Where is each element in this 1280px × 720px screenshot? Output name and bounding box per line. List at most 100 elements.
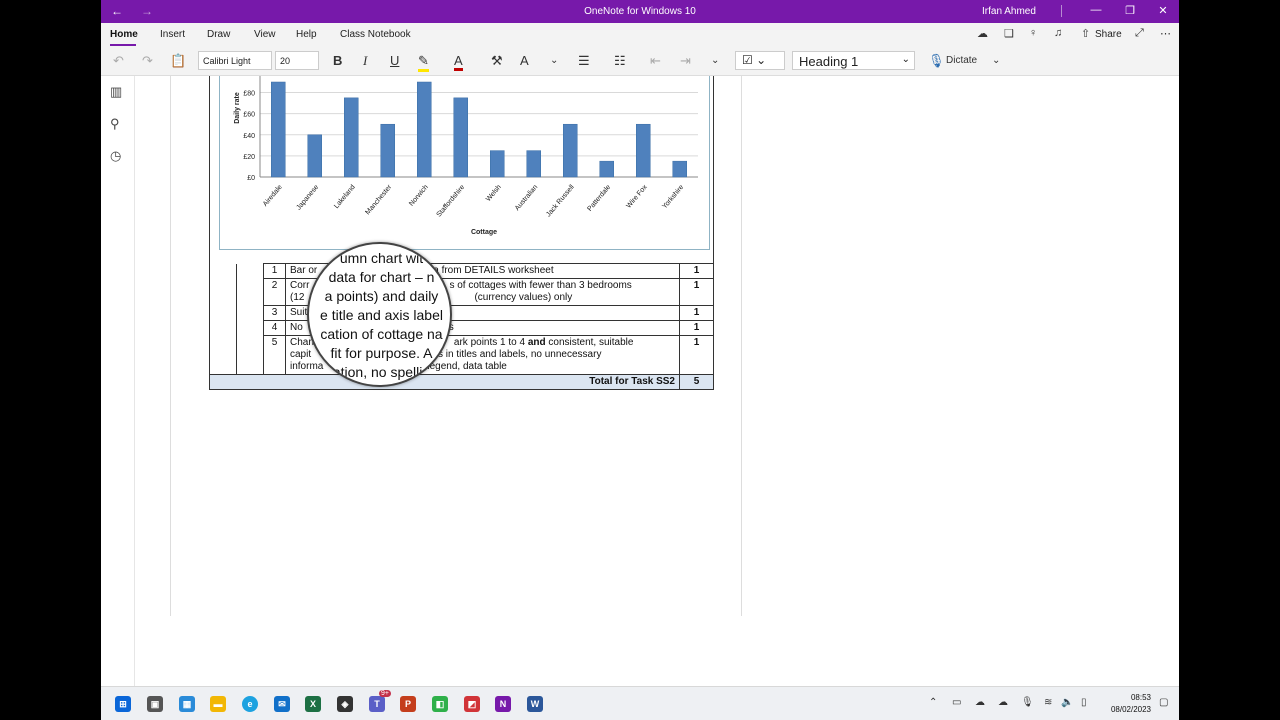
mail-icon[interactable]: ✉ <box>274 696 290 712</box>
bar <box>344 97 359 178</box>
notebooks-icon[interactable]: ▥ <box>110 84 122 100</box>
cloud-icon[interactable]: ☁ <box>998 697 1008 708</box>
magnified-text: fit for purpose. A <box>330 345 433 361</box>
sync-icon[interactable]: ☁ <box>977 27 988 40</box>
share-icon[interactable]: ⇧ <box>1081 27 1090 40</box>
battery-icon[interactable]: ▯ <box>1081 697 1087 708</box>
chevron-up-icon[interactable]: ⌃ <box>929 697 937 708</box>
bar <box>453 97 468 178</box>
page-icon[interactable]: ❑ <box>1004 27 1014 40</box>
criterion-text: ark points 1 to 4 <box>453 337 526 348</box>
task-view-icon[interactable]: ▣ <box>147 696 163 712</box>
magnified-text: data for chart – n <box>328 269 435 285</box>
clear-format-icon[interactable]: A <box>520 53 529 68</box>
font-color-icon[interactable]: A <box>454 53 463 71</box>
chevron-down-icon[interactable]: ⌄ <box>992 55 1000 66</box>
style-selector[interactable]: Heading 1 ⌄ <box>792 51 915 70</box>
notification-icon[interactable]: ▢ <box>1159 697 1168 708</box>
y-tick-label: £20 <box>243 154 255 161</box>
app-icon[interactable]: ◧ <box>432 696 448 712</box>
mark-cell: 1 <box>679 263 714 279</box>
font-name-field[interactable]: Calibri Light <box>198 51 272 70</box>
undo-icon[interactable]: ↶ <box>113 53 124 69</box>
close-icon[interactable]: ✕ <box>1153 4 1173 17</box>
criterion-text: a from DETAILS worksheet <box>433 265 554 276</box>
tab-help[interactable]: Help <box>296 29 317 40</box>
mark-cell: 1 <box>679 320 714 336</box>
menu-bar: Home Insert Draw View Help Class Noteboo… <box>101 23 1179 46</box>
todo-tag-box[interactable]: ☑ ⌄ <box>735 51 785 70</box>
bar <box>599 160 614 178</box>
app-icon[interactable]: ◩ <box>464 696 480 712</box>
start-icon[interactable]: ⊞ <box>115 696 131 712</box>
tab-class-notebook[interactable]: Class Notebook <box>340 29 411 40</box>
magnified-text: cation of cottage na <box>320 326 443 342</box>
underline-icon[interactable]: U <box>390 53 399 68</box>
redo-icon[interactable]: ↷ <box>142 53 153 69</box>
bar <box>672 160 687 178</box>
font-size-field[interactable]: 20 <box>275 51 319 70</box>
row-number: 5 <box>263 335 286 375</box>
display-icon[interactable]: ▭ <box>952 697 961 708</box>
share-button[interactable]: Share <box>1095 29 1122 40</box>
tab-draw[interactable]: Draw <box>207 29 230 40</box>
clock-time: 08:53 <box>1130 693 1151 702</box>
edge-icon[interactable]: e <box>242 696 258 712</box>
microphone-icon[interactable]: 🎙 <box>1021 697 1034 708</box>
clock[interactable]: 08:53 08/02/2023 <box>1101 692 1151 716</box>
bold-icon[interactable]: B <box>333 53 342 68</box>
x-tick-label: Welsh <box>485 184 503 203</box>
lightbulb-icon[interactable]: ♀ <box>1029 27 1037 39</box>
powerpoint-icon[interactable]: P <box>400 696 416 712</box>
criterion-text: Suit <box>290 307 308 318</box>
excel-icon[interactable]: X <box>305 696 321 712</box>
bar <box>380 123 395 178</box>
minimize-icon[interactable]: — <box>1086 4 1106 16</box>
user-name[interactable]: Irfan Ahmed <box>982 6 1036 17</box>
bell-icon[interactable]: ♫ <box>1054 27 1062 39</box>
magnified-text: umn chart wit <box>339 250 424 266</box>
criterion-text: (12 <box>290 292 305 303</box>
outdent-icon[interactable]: ⇤ <box>650 53 661 69</box>
criterion-text: (currency values) only <box>474 292 573 303</box>
x-tick-label: Jack Russell <box>545 183 576 218</box>
highlighter-icon[interactable]: ✎ <box>418 53 429 72</box>
chevron-down-icon[interactable]: ⌄ <box>550 55 558 66</box>
clipboard-icon[interactable]: 📋 <box>170 53 186 69</box>
bar <box>307 134 322 178</box>
y-tick-label: £60 <box>243 112 255 119</box>
expand-icon[interactable]: ⤢ <box>1135 27 1144 40</box>
format-painter-icon[interactable]: ⚒ <box>491 53 503 69</box>
chevron-down-icon[interactable]: ⌄ <box>711 55 719 66</box>
more-icon[interactable]: ⋯ <box>1160 27 1171 40</box>
word-icon[interactable]: W <box>527 696 543 712</box>
recent-icon[interactable]: ◷ <box>110 148 121 164</box>
wifi-icon[interactable]: ≋ <box>1044 697 1052 708</box>
file-explorer-icon[interactable]: ▬ <box>210 696 226 712</box>
dictate-button[interactable]: Dictate <box>946 55 977 66</box>
criterion-text: and <box>527 337 546 348</box>
restore-icon[interactable]: ❐ <box>1120 4 1140 17</box>
tab-home[interactable]: Home <box>110 29 138 40</box>
page-edge <box>741 76 742 616</box>
onedrive-icon[interactable]: ☁ <box>975 697 985 708</box>
left-nav: ▥ ⚲ ◷ <box>101 76 135 686</box>
bullets-icon[interactable]: ☰ <box>578 53 590 69</box>
indent-icon[interactable]: ⇥ <box>680 53 691 69</box>
store-icon[interactable]: ▦ <box>179 696 195 712</box>
numbering-icon[interactable]: ☷ <box>614 53 626 69</box>
microphone-icon[interactable]: 🎙 <box>928 53 945 69</box>
blank-cell <box>209 263 237 375</box>
italic-icon[interactable]: I <box>363 53 367 69</box>
onenote-icon[interactable]: N <box>495 696 511 712</box>
tab-view[interactable]: View <box>254 29 276 40</box>
volume-icon[interactable]: 🔈 <box>1061 697 1073 708</box>
divider <box>1061 5 1062 17</box>
teams-icon[interactable]: T <box>369 696 385 712</box>
page-canvas[interactable]: £0 £20 £40 £60 £80 Airedale Japanese Lakeland Ma… <box>135 72 1179 686</box>
magnified-text: e title and axis label <box>320 307 443 323</box>
tab-insert[interactable]: Insert <box>160 29 185 40</box>
stack-icon[interactable]: ◈ <box>337 696 353 712</box>
total-value: 5 <box>679 374 714 390</box>
search-icon[interactable]: ⚲ <box>110 116 120 132</box>
